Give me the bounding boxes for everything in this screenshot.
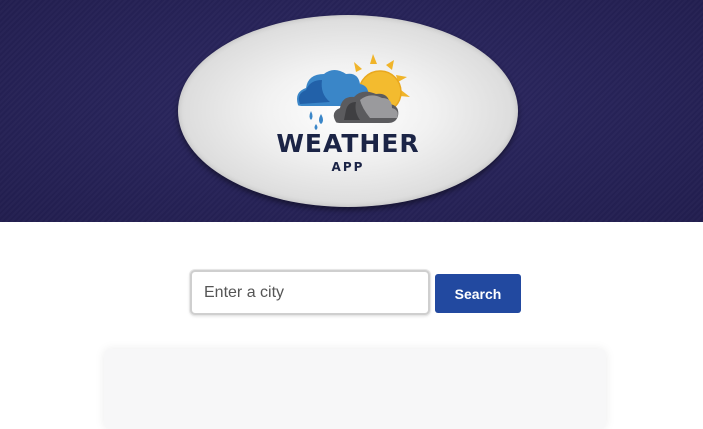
app-header: WEATHER APP [0,0,703,222]
logo-subtitle: APP [331,160,365,174]
logo-title: WEATHER [276,129,420,158]
search-button[interactable]: Search [435,274,521,313]
city-search-input[interactable] [190,270,430,315]
weather-result-card [104,349,606,429]
weather-cloud-sun-rain-icon [297,54,410,130]
